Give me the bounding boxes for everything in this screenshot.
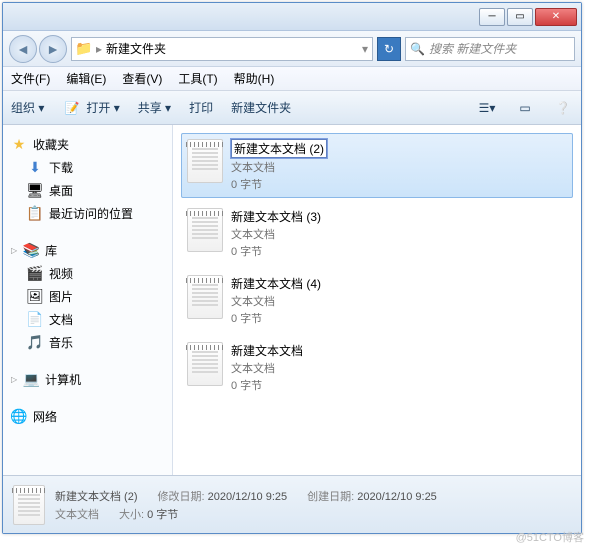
file-item[interactable]: 新建文本文档文本文档0 字节	[181, 336, 573, 399]
titlebar: ─ ▭ ✕	[3, 3, 581, 31]
organize-button[interactable]: 组织 ▾	[11, 99, 44, 116]
file-item[interactable]: 新建文本文档 (2)文本文档0 字节	[181, 133, 573, 198]
menu-file[interactable]: 文件(F)	[11, 70, 50, 87]
music-icon: 🎵	[27, 335, 43, 351]
file-type: 文本文档	[231, 360, 303, 376]
content-body: ★ 收藏夹 ⬇下载 🖥桌面 📋最近访问的位置 ▷ 📚 库 🎬视频 🖼图片 📄文档…	[3, 125, 581, 475]
file-name[interactable]: 新建文本文档 (2)	[231, 139, 327, 158]
file-size: 0 字节	[231, 310, 321, 326]
share-button[interactable]: 共享 ▾	[138, 99, 171, 116]
sidebar-item-documents[interactable]: 📄文档	[7, 308, 168, 331]
sidebar-item-desktop[interactable]: 🖥桌面	[7, 179, 168, 202]
sidebar-item-music[interactable]: 🎵音乐	[7, 331, 168, 354]
menu-help[interactable]: 帮助(H)	[234, 70, 275, 87]
star-icon: ★	[11, 137, 27, 153]
address-bar[interactable]: 📁 ▸ 新建文件夹 ▾	[71, 37, 373, 61]
file-name: 新建文本文档 (4)	[231, 275, 321, 292]
search-icon: 🔍	[410, 42, 425, 56]
file-name: 新建文本文档	[231, 342, 303, 359]
file-item[interactable]: 新建文本文档 (3)文本文档0 字节	[181, 202, 573, 265]
file-size: 0 字节	[231, 176, 327, 192]
txt-file-icon	[187, 275, 223, 319]
file-type: 文本文档	[231, 159, 327, 175]
menu-view[interactable]: 查看(V)	[122, 70, 162, 87]
folder-icon: 📁	[76, 41, 92, 57]
refresh-button[interactable]: ↻	[377, 37, 401, 61]
document-icon: 📄	[27, 312, 43, 328]
download-icon: ⬇	[27, 160, 43, 176]
chevron-right-icon: ▷	[11, 375, 17, 384]
sidebar: ★ 收藏夹 ⬇下载 🖥桌面 📋最近访问的位置 ▷ 📚 库 🎬视频 🖼图片 📄文档…	[3, 125, 173, 475]
watermark: @51CTO博客	[516, 529, 584, 545]
sidebar-network: 🌐 网络	[7, 405, 168, 428]
menu-tools[interactable]: 工具(T)	[178, 70, 217, 87]
search-input[interactable]: 🔍 搜索 新建文件夹	[405, 37, 575, 61]
sidebar-favorites: ★ 收藏夹 ⬇下载 🖥桌面 📋最近访问的位置	[7, 133, 168, 225]
maximize-button[interactable]: ▭	[507, 8, 533, 26]
file-list[interactable]: 新建文本文档 (2)文本文档0 字节新建文本文档 (3)文本文档0 字节新建文本…	[173, 125, 581, 475]
file-size: 0 字节	[231, 377, 303, 393]
sidebar-computer: ▷ 💻 计算机	[7, 368, 168, 391]
file-type: 文本文档	[231, 226, 321, 242]
txt-file-icon	[187, 208, 223, 252]
video-icon: 🎬	[27, 266, 43, 282]
status-bar: 新建文本文档 (2) 修改日期: 2020/12/10 9:25 创建日期: 2…	[3, 475, 581, 533]
desktop-icon: 🖥	[27, 183, 43, 199]
file-size: 0 字节	[231, 243, 321, 259]
view-options-icon[interactable]: ☰▾	[477, 98, 497, 118]
minimize-button[interactable]: ─	[479, 8, 505, 26]
close-button[interactable]: ✕	[535, 8, 577, 26]
sidebar-item-videos[interactable]: 🎬视频	[7, 262, 168, 285]
chevron-right-icon: ▷	[11, 246, 17, 255]
toolbar: 组织 ▾ 📝 打开 ▾ 共享 ▾ 打印 新建文件夹 ☰▾ ▭ ❔	[3, 91, 581, 125]
file-name: 新建文本文档 (3)	[231, 208, 321, 225]
status-filetype: 文本文档	[55, 506, 99, 522]
chevron-right-icon: ▸	[96, 42, 102, 56]
network-icon: 🌐	[11, 409, 27, 425]
sidebar-item-recent[interactable]: 📋最近访问的位置	[7, 202, 168, 225]
preview-pane-icon[interactable]: ▭	[515, 98, 535, 118]
chevron-down-icon[interactable]: ▾	[362, 42, 368, 56]
file-item[interactable]: 新建文本文档 (4)文本文档0 字节	[181, 269, 573, 332]
txt-file-icon	[187, 342, 223, 386]
help-icon[interactable]: ❔	[553, 98, 573, 118]
forward-button[interactable]: ►	[39, 35, 67, 63]
nav-row: ◄ ► 📁 ▸ 新建文件夹 ▾ ↻ 🔍 搜索 新建文件夹	[3, 31, 581, 67]
back-button[interactable]: ◄	[9, 35, 37, 63]
picture-icon: 🖼	[27, 289, 43, 305]
open-button[interactable]: 📝 打开 ▾	[62, 98, 119, 118]
sidebar-libraries: ▷ 📚 库 🎬视频 🖼图片 📄文档 🎵音乐	[7, 239, 168, 354]
sidebar-item-pictures[interactable]: 🖼图片	[7, 285, 168, 308]
breadcrumb-folder[interactable]: 新建文件夹	[106, 40, 166, 57]
menubar: 文件(F) 编辑(E) 查看(V) 工具(T) 帮助(H)	[3, 67, 581, 91]
recent-icon: 📋	[27, 206, 43, 222]
computer-icon: 💻	[23, 372, 39, 388]
file-type: 文本文档	[231, 293, 321, 309]
notepad-icon: 📝	[62, 98, 82, 118]
status-filename: 新建文本文档 (2)	[55, 488, 138, 504]
file-icon	[13, 485, 45, 525]
library-icon: 📚	[23, 243, 39, 259]
newfolder-button[interactable]: 新建文件夹	[231, 99, 291, 116]
explorer-window: ─ ▭ ✕ ◄ ► 📁 ▸ 新建文件夹 ▾ ↻ 🔍 搜索 新建文件夹 文件(F)…	[2, 2, 582, 534]
search-placeholder: 搜索 新建文件夹	[429, 40, 516, 57]
menu-edit[interactable]: 编辑(E)	[66, 70, 106, 87]
sidebar-item-downloads[interactable]: ⬇下载	[7, 156, 168, 179]
txt-file-icon	[187, 139, 223, 183]
print-button[interactable]: 打印	[189, 99, 213, 116]
